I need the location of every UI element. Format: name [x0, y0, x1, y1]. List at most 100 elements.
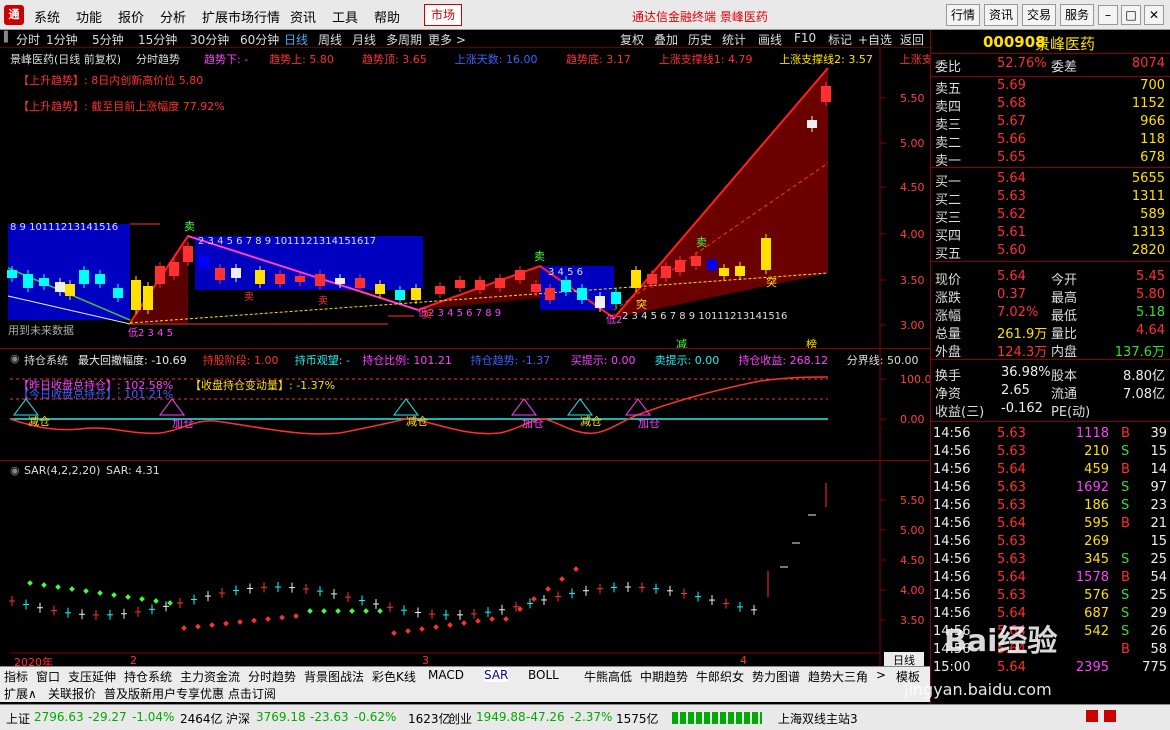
ask-row[interactable]: 卖三 5.67 966 — [931, 114, 1170, 133]
indicator-tab-1[interactable]: 窗口 — [36, 668, 60, 685]
y-tick: 3.50 — [900, 614, 925, 627]
action-add-watchlist[interactable]: +自选 — [858, 31, 892, 48]
action-mark[interactable]: 标记 — [828, 31, 852, 48]
connection-icon — [1086, 710, 1098, 722]
position-panel[interactable]: ◉ 持仓系统 最大回撤幅度: -10.69 持股阶段: 1.00 持币观望: - 持仓… — [0, 348, 930, 461]
ask-price: 5.68 — [997, 96, 1026, 111]
indicator-tab-11[interactable]: 牛熊高低 — [584, 668, 632, 685]
trade-button[interactable]: 交易 — [1022, 4, 1056, 26]
indicator-tab-8[interactable]: MACD — [428, 668, 464, 682]
sar-dot — [475, 618, 481, 624]
period-indicator[interactable]: 日线 — [884, 652, 924, 667]
ext-tab-2[interactable]: 普及版新用户专享优惠 点击订阅 — [104, 685, 276, 702]
tick-count: 39 — [1150, 426, 1167, 441]
bid-row[interactable]: 买二 5.63 1311 — [931, 189, 1170, 208]
indicator-tab-4[interactable]: 主力资金流 — [180, 668, 240, 685]
watermark-url: jingyan.baidu.com — [904, 680, 1052, 699]
bid-label: 买二 — [935, 193, 962, 208]
menu-item-help[interactable]: 帮助 — [374, 7, 400, 26]
close-icon[interactable]: ✕ — [1144, 5, 1164, 25]
tick-count: 21 — [1150, 516, 1167, 531]
ext-tab-0[interactable]: 扩展∧ — [4, 685, 37, 702]
menu-bar: 通 系统 功能 报价 分析 扩展市场行情 资讯 工具 帮助 市场 通达信金融终端… — [0, 0, 1170, 30]
menu-item-system[interactable]: 系统 — [34, 7, 60, 26]
period-weekly[interactable]: 周线 — [318, 31, 342, 48]
cy-index-name[interactable]: 创业 — [448, 710, 472, 727]
tick-volume: 345 — [1084, 552, 1109, 567]
period-multi[interactable]: 多周期 — [386, 31, 422, 48]
service-button[interactable]: 服务 — [1060, 4, 1094, 26]
tick-time: 14:56 — [933, 444, 971, 459]
period-1min[interactable]: 1分钟 — [46, 31, 78, 48]
tick-price: 5.63 — [997, 534, 1026, 549]
sar-panel[interactable]: ◉ SAR(4,2,2,20) SAR: 4.31 5.50 5.00 4.50 4.… — [0, 460, 930, 669]
indicator-tab-5[interactable]: 分时趋势 — [248, 668, 296, 685]
indicator-tab-12[interactable]: 中期趋势 — [640, 668, 688, 685]
period-daily[interactable]: 日线 — [284, 31, 308, 48]
indicator-tab-16[interactable]: > — [876, 668, 886, 682]
period-intraday[interactable]: 分时 — [16, 31, 40, 48]
ask-label: 卖一 — [935, 154, 962, 169]
tick-volume: 1692 — [1075, 480, 1109, 495]
action-overlay[interactable]: 叠加 — [654, 31, 678, 48]
indicator-tab-0[interactable]: 指标 — [4, 668, 28, 685]
indicator-tab-13[interactable]: 牛郎织女 — [696, 668, 744, 685]
indicator-tab-14[interactable]: 势力图谱 — [752, 668, 800, 685]
hs-index-name[interactable]: 沪深 — [226, 710, 250, 727]
sar-dots — [27, 566, 579, 636]
indicator-tab-6[interactable]: 背景图战法 — [304, 668, 364, 685]
period-monthly[interactable]: 月线 — [352, 31, 376, 48]
weicha-value: 8074 — [1131, 56, 1165, 71]
indicator-tab-2[interactable]: 支压延伸 — [68, 668, 116, 685]
maximize-icon[interactable]: □ — [1121, 5, 1141, 25]
sh-index-name[interactable]: 上证 — [6, 710, 30, 727]
menu-item-tools[interactable]: 工具 — [332, 7, 358, 26]
indicator-tab-10[interactable]: BOLL — [528, 668, 559, 682]
ask-row[interactable]: 卖一 5.65 678 — [931, 150, 1170, 169]
menu-item-info[interactable]: 资讯 — [290, 7, 316, 26]
period-15min[interactable]: 15分钟 — [138, 31, 177, 48]
action-adjust[interactable]: 复权 — [620, 31, 644, 48]
action-stats[interactable]: 统计 — [722, 31, 746, 48]
period-more[interactable]: 更多 > — [428, 31, 466, 48]
menu-item-analysis[interactable]: 分析 — [160, 7, 186, 26]
menu-item-function[interactable]: 功能 — [76, 7, 102, 26]
menu-item-ext-market[interactable]: 扩展市场行情 — [202, 7, 280, 26]
period-60min[interactable]: 60分钟 — [240, 31, 279, 48]
ext-tab-1[interactable]: 关联报价 — [48, 685, 96, 702]
main-chart-panel[interactable]: 景峰医药(日线 前复权) 分时趋势 趋势下: - 趋势上: 5.80 趋势顶: 3.… — [0, 48, 952, 351]
server-name[interactable]: 上海双线主站3 — [778, 710, 858, 727]
action-draw[interactable]: 画线 — [758, 31, 782, 48]
info-button[interactable]: 资讯 — [984, 4, 1018, 26]
tick-count: 15 — [1150, 444, 1167, 459]
tick-volume: 210 — [1084, 444, 1109, 459]
tick-row: 14:56 5.64 459 B 14 — [931, 462, 1170, 480]
minimize-icon[interactable]: – — [1098, 5, 1118, 25]
tick-time: 14:56 — [933, 516, 971, 531]
sar-dot — [433, 624, 439, 630]
ask-row[interactable]: 卖五 5.69 700 — [931, 78, 1170, 97]
bid-row[interactable]: 买五 5.60 2820 — [931, 243, 1170, 262]
market-button[interactable]: 市场 — [424, 4, 462, 26]
action-history[interactable]: 历史 — [688, 31, 712, 48]
quote-button[interactable]: 行情 — [946, 4, 980, 26]
indicator-tab-15[interactable]: 趋势大三角 — [808, 668, 868, 685]
bid-row[interactable]: 买四 5.61 1313 — [931, 225, 1170, 244]
hs-index-amount: 1623亿 — [408, 712, 451, 726]
period-5min[interactable]: 5分钟 — [92, 31, 124, 48]
indicator-tab-3[interactable]: 持仓系统 — [124, 668, 172, 685]
tick-volume: 576 — [1084, 588, 1109, 603]
indicator-tab-9[interactable]: SAR — [484, 668, 509, 682]
period-30min[interactable]: 30分钟 — [190, 31, 229, 48]
action-f10[interactable]: F10 — [794, 31, 816, 45]
ask-row[interactable]: 卖四 5.68 1152 — [931, 96, 1170, 115]
status-bar: 上证 2796.63 -29.27 -1.04% 2464亿 沪深 3769.1… — [0, 704, 1170, 730]
ask-row[interactable]: 卖二 5.66 118 — [931, 132, 1170, 151]
sell-label-2: 卖 — [534, 250, 545, 263]
action-back[interactable]: 返回 — [900, 31, 924, 48]
sar-dot — [335, 608, 341, 614]
bid-row[interactable]: 买三 5.62 589 — [931, 207, 1170, 226]
bid-row[interactable]: 买一 5.64 5655 — [931, 171, 1170, 190]
indicator-tab-7[interactable]: 彩色K线 — [372, 668, 416, 685]
menu-item-quote[interactable]: 报价 — [118, 7, 144, 26]
